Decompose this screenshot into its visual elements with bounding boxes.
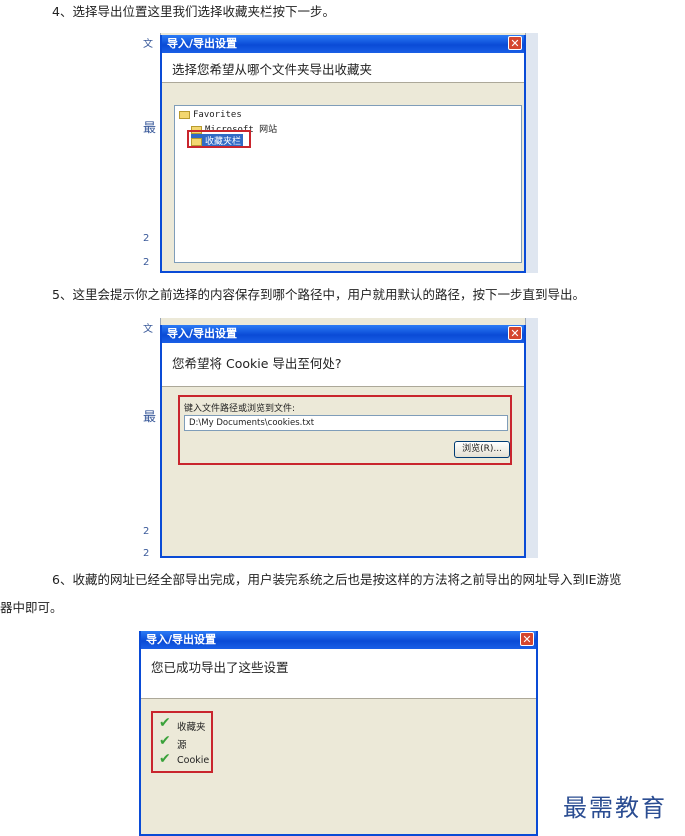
check-icon: ✔	[159, 751, 171, 767]
dialog-header: 您已成功导出了这些设置	[141, 649, 536, 699]
dialog-header: 选择您希望从哪个文件夹导出收藏夹	[162, 53, 524, 83]
path-label: 键入文件路径或浏览到文件:	[184, 404, 296, 414]
close-icon[interactable]: ✕	[508, 36, 522, 50]
dialog-titlebar: 导入/导出设置 ✕	[162, 35, 524, 53]
bg-fragment: 2	[143, 257, 150, 268]
item-cookie: Cookie	[177, 755, 210, 766]
export-success-dialog: 导入/导出设置 ✕ 您已成功导出了这些设置 ✔ 收藏夹 ✔ 源 ✔ Cookie	[139, 631, 538, 836]
export-folder-dialog: 导入/导出设置 ✕ 选择您希望从哪个文件夹导出收藏夹 Favorites Mic…	[160, 35, 526, 273]
step-6-text-line2: 器中即可。	[0, 600, 63, 615]
screenshot-export-folder: 文 最 2 2 导入/导出设置 ✕ 选择您希望从哪个文件夹导出收藏夹 Favor…	[140, 33, 538, 273]
step-6-text-line1: 6、收藏的网址已经全部导出完成，用户装完系统之后也是按这样的方法将之前导出的网址…	[52, 572, 622, 587]
screenshot-cookie-path: 文 最 2 2 导入/导出设置 ✕ 您希望将 Cookie 导出至何处? 键入文…	[140, 318, 538, 558]
dialog-title: 导入/导出设置	[167, 327, 238, 340]
folder-tree[interactable]: Favorites Microsoft 网站 收藏夹栏	[174, 105, 522, 263]
background-window: 文 最 2 2	[140, 318, 161, 558]
dialog-titlebar: 导入/导出设置 ✕	[141, 631, 536, 649]
watermark-logo: 最需教育	[563, 794, 667, 822]
background-window: 文 最 2 2	[140, 33, 161, 273]
background-scrollbar	[525, 33, 538, 273]
path-input[interactable]: D:\My Documents\cookies.txt	[184, 415, 508, 431]
tree-node-label: Favorites	[193, 110, 242, 120]
bg-fragment: 2	[143, 526, 150, 537]
check-icon: ✔	[159, 733, 171, 749]
step-4-text: 4、选择导出位置这里我们选择收藏夹栏按下一步。	[52, 4, 335, 19]
browse-button[interactable]: 浏览(R)...	[454, 441, 510, 458]
background-scrollbar	[525, 318, 538, 558]
dialog-header: 您希望将 Cookie 导出至何处?	[162, 343, 524, 387]
close-icon[interactable]: ✕	[508, 326, 522, 340]
dialog-title: 导入/导出设置	[167, 37, 238, 50]
bg-fragment: 2	[143, 548, 150, 558]
bg-fragment: 最	[143, 121, 157, 136]
bg-fragment: 2	[143, 233, 150, 244]
step-5-text: 5、这里会提示你之前选择的内容保存到哪个路径中，用户就用默认的路径，按下一步直到…	[52, 287, 585, 302]
item-favorites: 收藏夹	[177, 722, 206, 733]
dialog-title: 导入/导出设置	[146, 633, 217, 646]
bg-fragment: 最	[143, 410, 157, 425]
dialog-titlebar: 导入/导出设置 ✕	[162, 325, 524, 343]
tree-node-favorites[interactable]: Favorites	[179, 110, 242, 120]
close-icon[interactable]: ✕	[520, 632, 534, 646]
item-feeds: 源	[177, 740, 187, 751]
folder-icon	[179, 110, 190, 119]
bg-fragment: 文	[143, 39, 153, 50]
check-icon: ✔	[159, 715, 171, 731]
cookie-path-dialog: 导入/导出设置 ✕ 您希望将 Cookie 导出至何处? 键入文件路径或浏览到文…	[160, 325, 526, 558]
bg-fragment: 文	[143, 324, 153, 335]
highlight-box	[187, 130, 251, 148]
